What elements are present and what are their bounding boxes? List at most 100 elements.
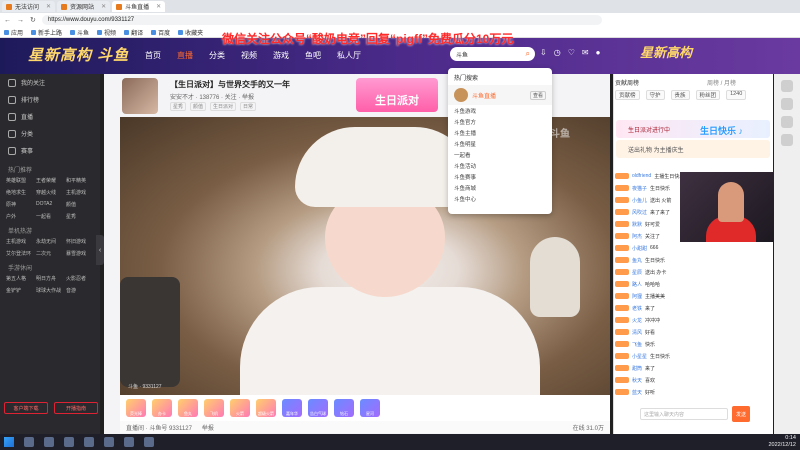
gift-item[interactable]: 鱼丸 (178, 399, 198, 417)
nav-item-category[interactable]: 分类 (209, 50, 225, 61)
download-client-button[interactable]: 客户端下载 (4, 402, 48, 414)
sidebar-link[interactable]: 颜值 (66, 201, 94, 208)
sidebar-link[interactable]: 绝地求生 (6, 189, 34, 196)
message-icon[interactable]: ✉ (582, 48, 589, 57)
sidebar-link[interactable]: 第五人格 (6, 275, 34, 282)
browser-tab-active[interactable]: 斗鱼直播 ✕ (112, 1, 166, 12)
taskview-icon[interactable] (44, 437, 54, 447)
folder-icon[interactable] (84, 437, 94, 447)
nav-item-private[interactable]: 私人厅 (337, 50, 361, 61)
steam-icon[interactable] (124, 437, 134, 447)
sidebar-link[interactable]: 主机游戏 (6, 238, 34, 245)
sidebar-link[interactable]: 永劫无间 (36, 238, 64, 245)
sidebar-item-category[interactable]: 分类 (0, 125, 100, 142)
suggestion-item[interactable]: 斗鱼官方 (454, 118, 546, 129)
nav-item-game[interactable]: 游戏 (273, 50, 289, 61)
room-tag[interactable]: 生日派对 (210, 102, 237, 111)
room-tag[interactable]: 星秀 (170, 102, 187, 111)
sidebar-item-follow[interactable]: 我的关注 (0, 74, 100, 91)
bookmark[interactable]: 收藏夹 (178, 28, 203, 37)
suggestion-item[interactable]: 斗鱼明星 (454, 140, 546, 151)
sidebar-link[interactable]: 音游 (66, 287, 94, 294)
nav-item-fishbar[interactable]: 鱼吧 (305, 50, 321, 61)
gift-item[interactable]: 告白气球 (308, 399, 328, 417)
chat-username[interactable]: 鱼丸 (632, 257, 642, 264)
tool-icon[interactable] (781, 134, 793, 146)
sidebar-link[interactable]: 星秀 (66, 213, 94, 220)
gift-item[interactable]: 火箭 (230, 399, 250, 417)
suggestion-item[interactable]: 斗鱼赛事 (454, 173, 546, 184)
sidebar-link[interactable]: 原神 (6, 201, 34, 208)
suggestion-item[interactable]: 斗鱼商城 (454, 184, 546, 195)
chat-username[interactable]: 阿狸 (632, 293, 642, 300)
sidebar-link[interactable]: 英雄联盟 (6, 177, 34, 184)
tab-fans[interactable]: 粉丝团 (695, 90, 721, 100)
chat-username[interactable]: 风吹过 (632, 209, 647, 216)
tab-contribution[interactable]: 贡献榜 (615, 90, 640, 100)
browser-tab[interactable]: 无法访问 ✕ (2, 1, 56, 12)
chat-username[interactable]: 路人 (632, 281, 642, 288)
tab-noble[interactable]: 贵族 (670, 90, 690, 100)
bookmark[interactable]: 斗鱼 (70, 28, 89, 37)
tab-count[interactable]: 1240 (726, 90, 747, 100)
site-logo[interactable]: 星新高构 斗鱼 (28, 44, 129, 65)
birthday-banner[interactable]: 生日派对 (356, 78, 438, 112)
app-icon[interactable] (144, 437, 154, 447)
chat-username[interactable]: 甜筒 (632, 365, 642, 372)
suggestion-item[interactable]: 斗鱼中心 (454, 195, 546, 206)
sidebar-link[interactable]: 二次元 (36, 250, 64, 257)
chat-username[interactable]: 小鱼儿 (632, 197, 647, 204)
sidebar-item-live[interactable]: 直播 (0, 108, 100, 125)
download-icon[interactable]: ⇩ (540, 48, 547, 57)
chat-gift-banner[interactable]: 送出礼物 为主播庆生 (616, 140, 770, 158)
gift-item[interactable]: 星河 (360, 399, 380, 417)
chat-event-banner[interactable]: 生日派对进行中 (616, 120, 770, 138)
url-input[interactable]: https://www.douyu.com/9331127 (41, 15, 602, 25)
gift-item[interactable]: 飞机 (204, 399, 224, 417)
gift-item[interactable]: 荧光棒 (126, 399, 146, 417)
sidebar-link[interactable]: 艾尔登法环 (6, 250, 34, 257)
bookmark[interactable]: 翻译 (124, 28, 143, 37)
nav-item-live[interactable]: 直播 (177, 50, 193, 61)
rank-switch[interactable]: 周榜 / 月榜 (707, 78, 736, 87)
chat-username[interactable]: 火龙 (632, 317, 642, 324)
forward-icon[interactable]: → (17, 17, 24, 24)
view-button[interactable]: 查看 (529, 90, 546, 100)
report-link[interactable]: 举报 (202, 423, 214, 432)
chat-username[interactable]: 老铁 (632, 305, 642, 312)
start-stream-button[interactable]: 开播指南 (54, 402, 98, 414)
sidebar-collapse-handle[interactable]: ‹ (96, 235, 104, 265)
chrome-icon[interactable] (104, 437, 114, 447)
chat-username[interactable]: 阿杰 (632, 233, 642, 240)
sidebar-link[interactable]: 一起看 (36, 213, 64, 220)
sidebar-link[interactable]: DOTA2 (36, 201, 64, 208)
tool-icon[interactable] (781, 116, 793, 128)
nav-item-home[interactable]: 首页 (145, 50, 161, 61)
sidebar-link[interactable]: 球球大作战 (36, 287, 64, 294)
sidebar-link[interactable]: 明日方舟 (36, 275, 64, 282)
bookmark[interactable]: 视频 (97, 28, 116, 37)
anchor-avatar[interactable] (122, 78, 158, 114)
room-tag[interactable]: 日常 (240, 102, 257, 111)
nav-item-video[interactable]: 视频 (241, 50, 257, 61)
close-icon[interactable]: ✕ (46, 3, 51, 10)
suggestion-item[interactable]: 斗鱼游戏 (454, 107, 546, 118)
chat-input[interactable]: 这里输入聊天内容 (640, 408, 728, 420)
suggestion-item[interactable]: 一起看 (454, 151, 546, 162)
gift-item[interactable]: 办卡 (152, 399, 172, 417)
suggestion-item[interactable]: 斗鱼主播 (454, 129, 546, 140)
sidebar-link[interactable]: 户外 (6, 213, 34, 220)
chat-username[interactable]: 默默 (632, 221, 642, 228)
bookmark[interactable]: 百度 (151, 28, 170, 37)
sidebar-link[interactable]: 王者荣耀 (36, 177, 64, 184)
tab-guard[interactable]: 守护 (645, 90, 665, 100)
chat-username[interactable]: 小甜甜 (632, 245, 647, 252)
edge-icon[interactable] (64, 437, 74, 447)
sidebar-link[interactable]: 穿越火线 (36, 189, 64, 196)
send-button[interactable]: 发送 (732, 406, 750, 422)
user-icon[interactable]: ● (596, 48, 601, 57)
close-icon[interactable]: ✕ (101, 3, 106, 10)
sidebar-link[interactable]: 火影忍者 (66, 275, 94, 282)
close-icon[interactable]: ✕ (156, 3, 161, 10)
dropdown-top-result[interactable]: 斗鱼直播 查看 (448, 85, 552, 105)
